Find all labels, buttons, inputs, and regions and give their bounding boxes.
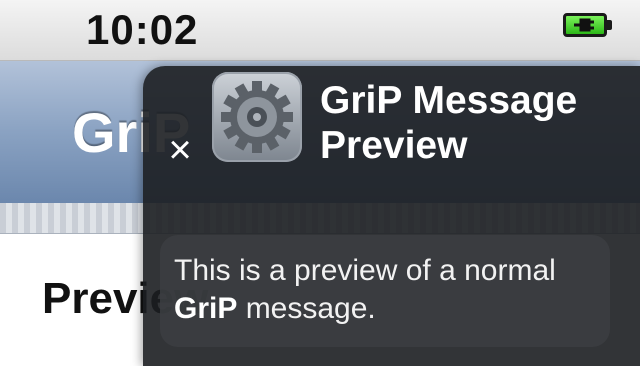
status-time: 10:02 <box>86 6 199 53</box>
message-text: This is a preview of a normal GriP messa… <box>174 252 604 328</box>
battery-charging-icon <box>563 13 607 37</box>
battery-tip <box>607 20 612 30</box>
message-text-suffix: message. <box>237 292 376 325</box>
close-button[interactable]: × <box>160 128 200 172</box>
message-text-bold: GriP <box>174 292 238 325</box>
message-text-prefix: This is a preview of a normal <box>174 254 556 287</box>
gear-settings-icon <box>212 72 302 162</box>
status-bar: 10:02 <box>0 0 640 61</box>
notification-title: GriP Message Preview <box>320 79 578 167</box>
